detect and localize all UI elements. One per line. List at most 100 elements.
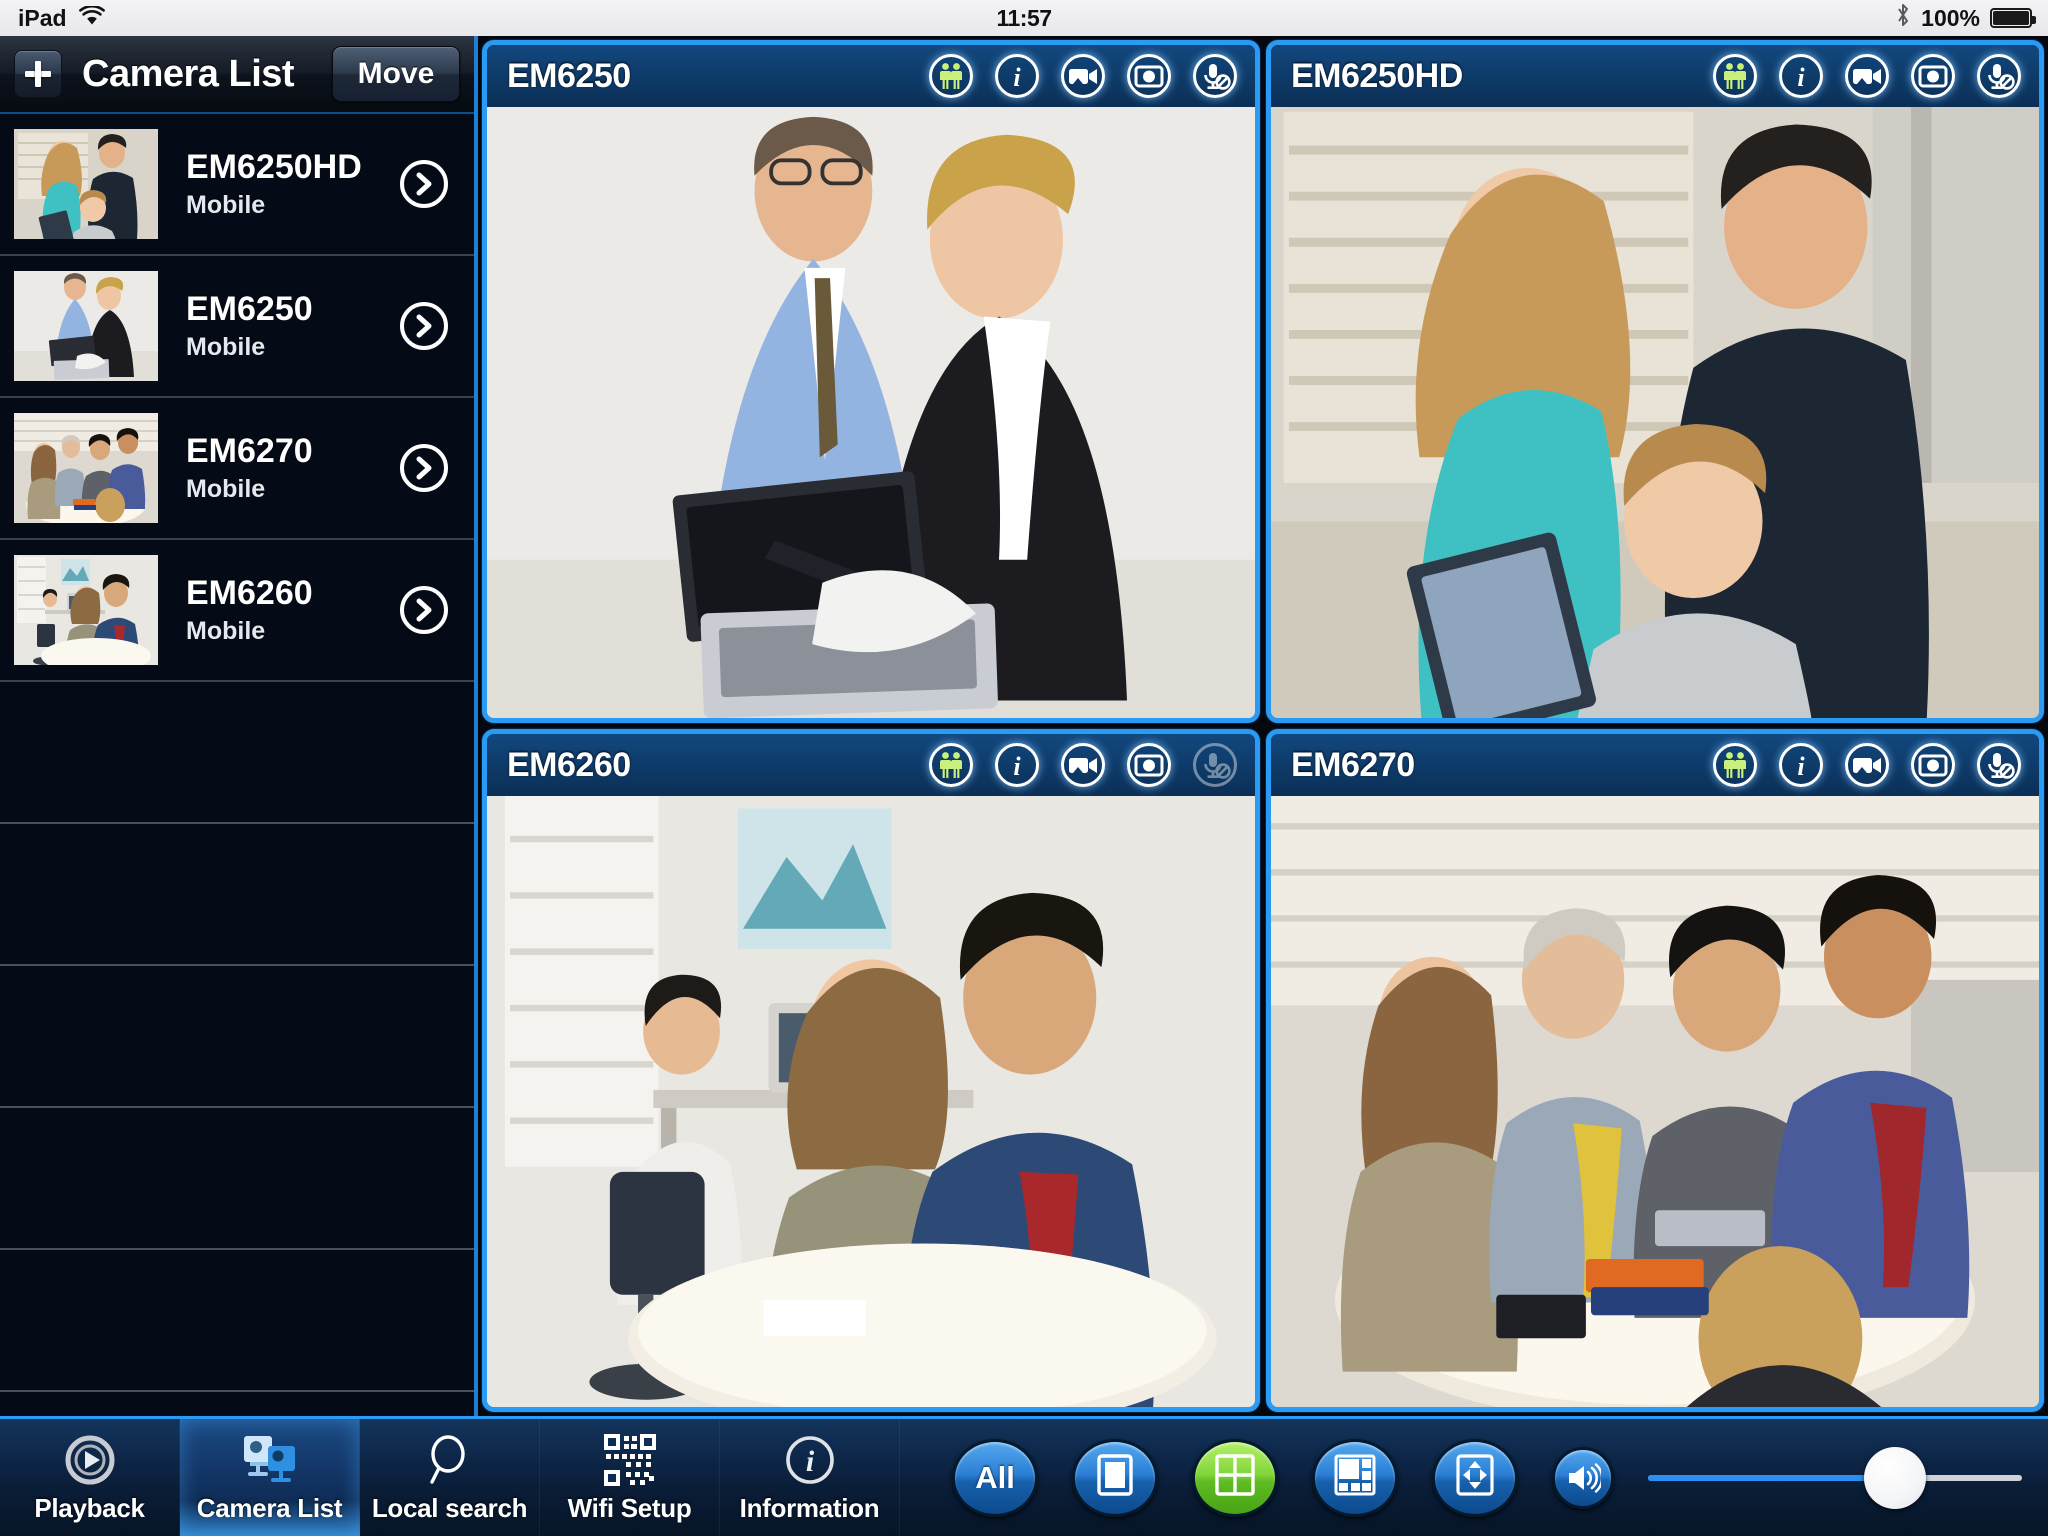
camera-panel-header: EM6250HD i (1271, 45, 2039, 107)
video-grid: EM6250 i EM6250HD i EM6260 i EM6270 i (478, 36, 2048, 1416)
snapshot-icon[interactable] (1911, 54, 1955, 98)
camera-list-icon (240, 1431, 300, 1489)
microphone-muted-icon[interactable] (1977, 54, 2021, 98)
sidebar-header: Camera List Move (0, 36, 474, 114)
fullscreen-button[interactable] (1432, 1438, 1518, 1517)
video-frame[interactable] (14, 271, 158, 381)
tab-label: Wifi Setup (567, 1493, 692, 1523)
camera-item-meta: EM6260 Mobile (158, 574, 400, 646)
motion-detection-icon[interactable] (929, 743, 973, 787)
camera-list[interactable]: EM6250HD Mobile EM6250 Mobile EM6270 Mob… (0, 114, 474, 1416)
video-frame[interactable] (1271, 107, 2039, 718)
motion-detection-icon[interactable] (929, 54, 973, 98)
layout-6-icon (1333, 1453, 1377, 1502)
video-frame[interactable] (14, 413, 158, 523)
info-icon[interactable]: i (995, 54, 1039, 98)
info-icon[interactable]: i (1779, 54, 1823, 98)
tab-label: Local search (371, 1493, 528, 1523)
status-bar: iPad 11:57 100% (0, 0, 2048, 36)
microphone-muted-icon[interactable] (1977, 743, 2021, 787)
camera-list-empty-row (0, 1250, 474, 1392)
tab-label: Camera List (196, 1493, 343, 1523)
camera-list-empty-row (0, 824, 474, 966)
motion-detection-icon[interactable] (1713, 743, 1757, 787)
camera-thumbnail (14, 555, 158, 665)
six-view-button[interactable] (1312, 1438, 1398, 1517)
info-icon[interactable]: i (1779, 743, 1823, 787)
tab-information[interactable]: i Information (720, 1419, 900, 1536)
all-channels-button[interactable]: All (952, 1438, 1038, 1517)
camera-list-item[interactable]: EM6250 Mobile (0, 256, 474, 398)
camera-panel[interactable]: EM6250HD i (1266, 40, 2044, 723)
quad-view-button[interactable] (1192, 1438, 1278, 1517)
move-button[interactable]: Move (332, 46, 460, 102)
svg-text:i: i (1013, 63, 1021, 91)
video-frame[interactable] (487, 107, 1255, 718)
svg-text:i: i (1797, 63, 1805, 91)
camera-item-meta: EM6250HD Mobile (158, 148, 400, 220)
camera-video-area[interactable] (487, 796, 1255, 1407)
camera-list-empty-row (0, 1108, 474, 1250)
camera-panel[interactable]: EM6250 i (482, 40, 1260, 723)
chevron-right-icon[interactable] (400, 444, 448, 492)
video-record-icon[interactable] (1061, 743, 1105, 787)
camera-item-status: Mobile (186, 475, 266, 504)
search-icon (423, 1431, 477, 1489)
volume-slider[interactable] (1648, 1439, 2022, 1517)
video-record-icon[interactable] (1845, 743, 1889, 787)
snapshot-icon[interactable] (1911, 743, 1955, 787)
camera-list-item[interactable]: EM6250HD Mobile (0, 114, 474, 256)
info-icon[interactable]: i (995, 743, 1039, 787)
camera-list-item[interactable]: EM6260 Mobile (0, 540, 474, 682)
video-frame[interactable] (14, 555, 158, 665)
add-camera-button[interactable] (14, 50, 62, 98)
motion-detection-icon[interactable] (1713, 54, 1757, 98)
camera-item-status: Mobile (186, 617, 266, 646)
camera-panel-icons: i (1713, 743, 2021, 787)
snapshot-icon[interactable] (1127, 743, 1171, 787)
camera-video-area[interactable] (487, 107, 1255, 718)
speaker-icon[interactable] (1552, 1446, 1614, 1509)
camera-panel-header: EM6270 i (1271, 734, 2039, 796)
sidebar-title: Camera List (82, 52, 295, 95)
tab-camera-list[interactable]: Camera List (180, 1419, 360, 1536)
chevron-right-icon[interactable] (400, 160, 448, 208)
volume-knob[interactable] (1863, 1446, 1926, 1509)
chevron-right-icon[interactable] (400, 586, 448, 634)
battery-percent: 100% (1921, 4, 1980, 31)
camera-item-name: EM6250 (186, 289, 313, 328)
video-record-icon[interactable] (1061, 54, 1105, 98)
video-frame[interactable] (14, 129, 158, 239)
status-bar-clock: 11:57 (996, 4, 1052, 31)
video-frame[interactable] (1271, 796, 2039, 1407)
camera-panel-title: EM6250 (507, 56, 631, 95)
camera-item-name: EM6260 (186, 573, 313, 612)
camera-video-area[interactable] (1271, 796, 2039, 1407)
info-icon: i (782, 1431, 838, 1489)
chevron-right-icon[interactable] (400, 302, 448, 350)
camera-list-item[interactable]: EM6270 Mobile (0, 398, 474, 540)
microphone-muted-icon[interactable] (1193, 54, 1237, 98)
camera-video-area[interactable] (1271, 107, 2039, 718)
camera-item-status: Mobile (186, 333, 266, 362)
single-view-button[interactable] (1072, 1438, 1158, 1517)
snapshot-icon[interactable] (1127, 54, 1171, 98)
tab-playback[interactable]: Playback (0, 1419, 180, 1536)
video-frame[interactable] (487, 796, 1255, 1407)
tab-label: Playback (34, 1493, 145, 1523)
camera-panel-header: EM6260 i (487, 734, 1255, 796)
layout-1-icon (1095, 1452, 1135, 1503)
camera-panel[interactable]: EM6260 i (482, 729, 1260, 1412)
camera-list-empty-row (0, 682, 474, 824)
tab-local-search[interactable]: Local search (360, 1419, 540, 1536)
all-label: All (975, 1459, 1015, 1495)
camera-panel[interactable]: EM6270 i (1266, 729, 2044, 1412)
status-bar-right: 100% (1895, 3, 2036, 33)
volume-fill (1648, 1474, 1895, 1481)
camera-list-empty-row (0, 966, 474, 1108)
camera-item-status: Mobile (186, 191, 266, 220)
tab-label: Information (739, 1493, 880, 1523)
video-record-icon[interactable] (1845, 54, 1889, 98)
microphone-muted-icon[interactable] (1193, 743, 1237, 787)
tab-wifi-setup[interactable]: Wifi Setup (540, 1419, 720, 1536)
